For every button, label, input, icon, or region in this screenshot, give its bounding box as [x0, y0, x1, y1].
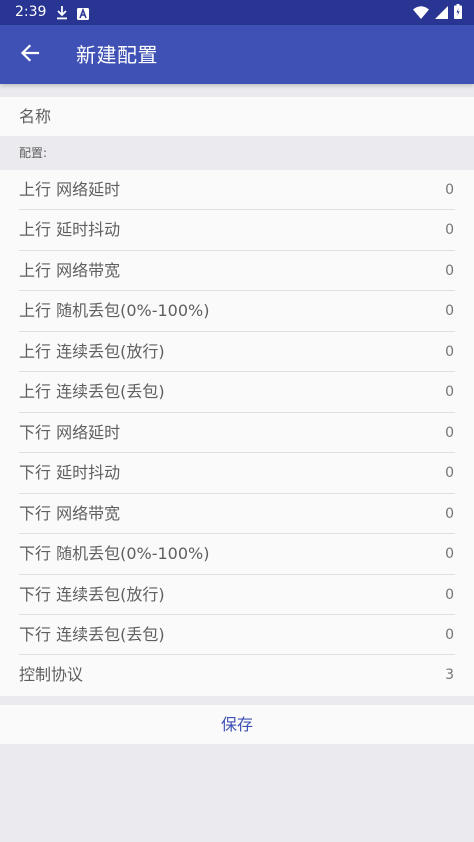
status-time: 2:39 [15, 4, 47, 20]
arrow-back-icon [20, 43, 40, 67]
setting-value: 0 [445, 262, 454, 279]
setting-label: 下行 延时抖动 [19, 463, 121, 483]
setting-label: 下行 网络延时 [19, 422, 121, 442]
setting-row-uplink-burst-drop[interactable]: 上行 连续丢包(丢包) 0 [0, 372, 474, 413]
setting-label: 上行 连续丢包(丢包) [19, 382, 165, 402]
save-button-label: 保存 [220, 714, 253, 734]
save-button[interactable]: 保存 [0, 705, 474, 744]
setting-value: 0 [445, 586, 454, 603]
setting-row-downlink-bandwidth[interactable]: 下行 网络带宽 0 [0, 494, 474, 535]
setting-value: 0 [445, 505, 454, 522]
download-icon [56, 5, 68, 24]
setting-label: 上行 延时抖动 [19, 220, 121, 240]
setting-row-downlink-burst-drop[interactable]: 下行 连续丢包(丢包) 0 [0, 615, 474, 656]
name-field[interactable]: 名称 [0, 97, 474, 136]
setting-label: 下行 随机丢包(0%-100%) [19, 544, 210, 564]
setting-row-downlink-burst-pass[interactable]: 下行 连续丢包(放行) 0 [0, 575, 474, 615]
status-right-icons [413, 4, 462, 23]
setting-value: 0 [445, 424, 454, 441]
setting-label: 上行 连续丢包(放行) [19, 341, 165, 361]
setting-row-uplink-burst-pass[interactable]: 上行 连续丢包(放行) 0 [0, 332, 474, 373]
page-title: 新建配置 [76, 43, 158, 67]
setting-value: 0 [445, 343, 454, 360]
setting-value: 0 [445, 626, 454, 643]
setting-label: 控制协议 [19, 665, 84, 685]
signal-icon [435, 4, 448, 23]
setting-value: 0 [445, 384, 454, 401]
app-bar: 新建配置 [0, 25, 474, 84]
back-button[interactable] [10, 35, 50, 75]
setting-row-uplink-jitter[interactable]: 上行 延时抖动 0 [0, 210, 474, 251]
setting-label: 上行 随机丢包(0%-100%) [19, 301, 210, 321]
status-bar: 2:39 [0, 0, 474, 25]
setting-label: 下行 连续丢包(丢包) [19, 624, 165, 644]
setting-row-downlink-random-loss[interactable]: 下行 随机丢包(0%-100%) 0 [0, 534, 474, 575]
wifi-icon [413, 4, 429, 23]
screen: 2:39 新建配置 名称 配置: 上行 网络延时 0 上行 延时抖动 0 上行 … [0, 0, 474, 842]
setting-row-downlink-delay[interactable]: 下行 网络延时 0 [0, 413, 474, 454]
setting-row-uplink-delay[interactable]: 上行 网络延时 0 [0, 170, 474, 211]
setting-label: 上行 网络延时 [19, 180, 121, 199]
setting-value: 0 [445, 465, 454, 482]
setting-row-uplink-random-loss[interactable]: 上行 随机丢包(0%-100%) 0 [0, 291, 474, 332]
setting-value: 0 [445, 546, 454, 563]
setting-value: 0 [445, 303, 454, 320]
status-left-icons [56, 5, 89, 24]
a-badge-icon [77, 5, 89, 24]
setting-label: 下行 网络带宽 [19, 503, 121, 523]
setting-label: 下行 连续丢包(放行) [19, 584, 165, 604]
settings-list: 上行 网络延时 0 上行 延时抖动 0 上行 网络带宽 0 上行 随机丢包(0%… [0, 170, 474, 696]
setting-row-downlink-jitter[interactable]: 下行 延时抖动 0 [0, 453, 474, 494]
name-field-label: 名称 [19, 107, 52, 126]
setting-value: 0 [445, 182, 454, 198]
setting-value: 3 [445, 667, 454, 684]
setting-row-control-protocol[interactable]: 控制协议 3 [0, 655, 474, 695]
setting-value: 0 [445, 222, 454, 239]
setting-label: 上行 网络带宽 [19, 260, 121, 280]
battery-icon [454, 4, 462, 23]
section-header: 配置: [19, 146, 48, 160]
setting-row-uplink-bandwidth[interactable]: 上行 网络带宽 0 [0, 251, 474, 292]
